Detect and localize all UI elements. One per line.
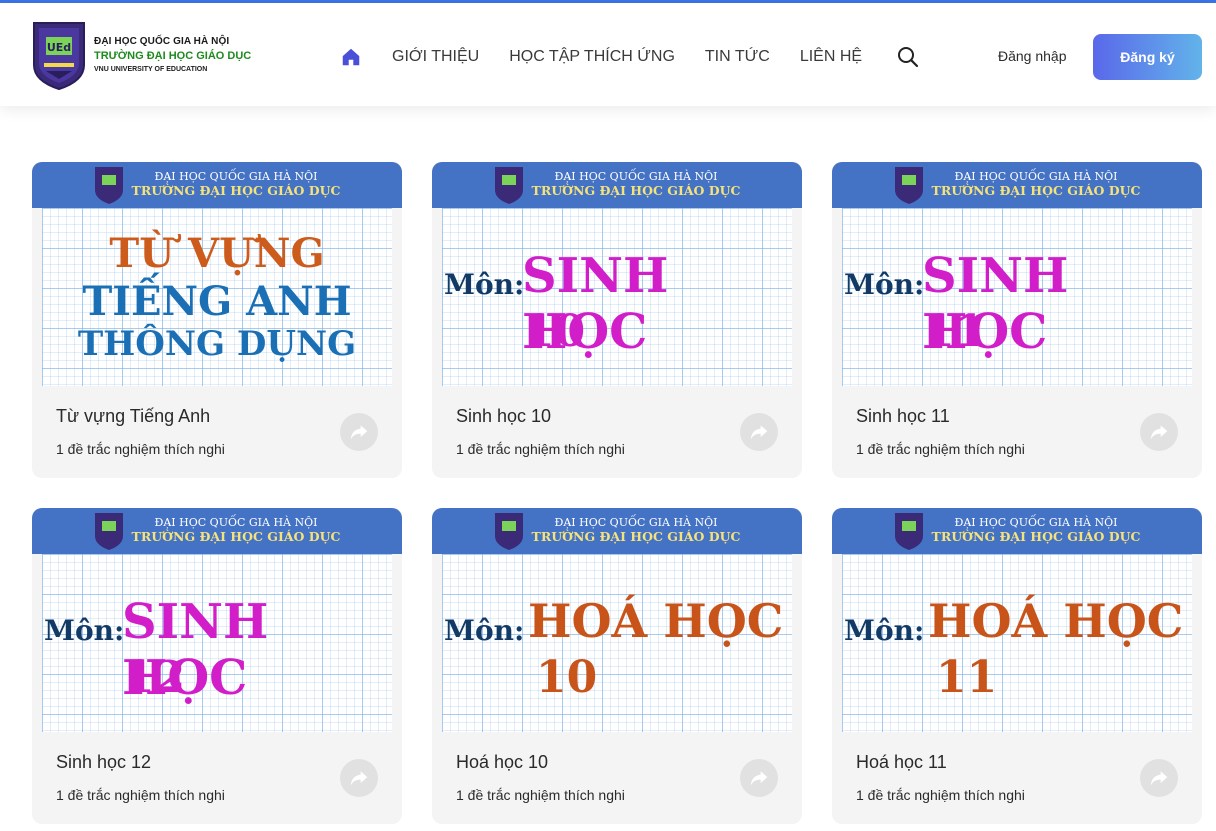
university-emblem-icon (894, 513, 923, 550)
course-title[interactable]: Hoá học 10 (456, 752, 548, 773)
login-link[interactable]: Đăng nhập (998, 48, 1067, 64)
thumbnail-grade: 11 (924, 306, 986, 357)
course-title[interactable]: Hoá học 11 (856, 752, 947, 773)
course-title[interactable]: Sinh học 11 (856, 406, 950, 427)
course-quiz-count: 1 đề trắc nghiệm thích nghi (456, 441, 625, 457)
home-icon[interactable] (340, 46, 362, 68)
thumbnail-subject-prefix: Môn: (844, 614, 925, 647)
logo-line-2: TRƯỜNG ĐẠI HỌC GIÁO DỤC (94, 50, 252, 62)
thumbnail-grade: 12 (124, 652, 186, 703)
course-thumbnail: ĐẠI HỌC QUỐC GIA HÀ NỘI TRƯỜNG ĐẠI HỌC G… (832, 508, 1202, 732)
share-arrow-icon (750, 425, 768, 440)
university-emblem-icon: UEd (33, 22, 85, 91)
share-button[interactable] (740, 413, 778, 451)
logo-text: ĐẠI HỌC QUỐC GIA HÀ NỘI TRƯỜNG ĐẠI HỌC G… (94, 36, 251, 75)
register-button[interactable]: Đăng ký (1093, 34, 1202, 80)
thumbnail-header-band: ĐẠI HỌC QUỐC GIA HÀ NỘI TRƯỜNG ĐẠI HỌC G… (832, 162, 1202, 208)
university-emblem-icon (894, 167, 923, 204)
course-quiz-count: 1 đề trắc nghiệm thích nghi (856, 441, 1025, 457)
share-arrow-icon (350, 771, 368, 786)
thumbnail-subject: HOÁ HỌC (528, 594, 784, 648)
course-card-chemistry-10[interactable]: ĐẠI HỌC QUỐC GIA HÀ NỘI TRƯỜNG ĐẠI HỌC G… (432, 508, 802, 824)
thumbnail-header-band: ĐẠI HỌC QUỐC GIA HÀ NỘI TRƯỜNG ĐẠI HỌC G… (832, 508, 1202, 554)
course-thumbnail: ĐẠI HỌC QUỐC GIA HÀ NỘI TRƯỜNG ĐẠI HỌC G… (32, 508, 402, 732)
course-card-chemistry-11[interactable]: ĐẠI HỌC QUỐC GIA HÀ NỘI TRƯỜNG ĐẠI HỌC G… (832, 508, 1202, 824)
share-button[interactable] (340, 413, 378, 451)
logo-line-3: VNU UNIVERSITY OF EDUCATION (94, 65, 208, 73)
share-arrow-icon (1150, 425, 1168, 440)
thumbnail-band-line-2: TRƯỜNG ĐẠI HỌC GIÁO DỤC (131, 183, 341, 199)
share-arrow-icon (1150, 771, 1168, 786)
course-quiz-count: 1 đề trắc nghiệm thích nghi (456, 787, 625, 803)
share-arrow-icon (350, 425, 368, 440)
course-quiz-count: 1 đề trắc nghiệm thích nghi (856, 787, 1025, 803)
thumbnail-title-line-1: TỪ VỰNG (109, 230, 325, 277)
course-quiz-count: 1 đề trắc nghiệm thích nghi (56, 441, 225, 457)
share-button[interactable] (740, 759, 778, 797)
course-quiz-count: 1 đề trắc nghiệm thích nghi (56, 787, 225, 803)
course-title[interactable]: Từ vựng Tiếng Anh (56, 406, 210, 427)
thumbnail-header-band: ĐẠI HỌC QUỐC GIA HÀ NỘI TRƯỜNG ĐẠI HỌC G… (432, 508, 802, 554)
course-thumbnail: ĐẠI HỌC QUỐC GIA HÀ NỘI TRƯỜNG ĐẠI HỌC G… (432, 508, 802, 732)
course-title[interactable]: Sinh học 10 (456, 406, 551, 427)
emblem-text: UEd (47, 41, 71, 54)
nav-item-adaptive-learning[interactable]: HỌC TẬP THÍCH ỨNG (509, 48, 675, 66)
thumbnail-subject-prefix: Môn: (444, 268, 525, 301)
thumbnail-grade: 10 (524, 306, 586, 357)
share-button[interactable] (1140, 759, 1178, 797)
course-card-biology-11[interactable]: ĐẠI HỌC QUỐC GIA HÀ NỘI TRƯỜNG ĐẠI HỌC G… (832, 162, 1202, 478)
course-title[interactable]: Sinh học 12 (56, 752, 151, 773)
navbar: UEd ĐẠI HỌC QUỐC GIA HÀ NỘI TRƯỜNG ĐẠI H… (0, 3, 1216, 106)
thumbnail-band-line-2: TRƯỜNG ĐẠI HỌC GIÁO DỤC (931, 183, 1141, 199)
main-nav: GIỚI THIỆU HỌC TẬP THÍCH ỨNG TIN TỨC LIÊ… (340, 37, 920, 77)
course-thumbnail: ĐẠI HỌC QUỐC GIA HÀ NỘI TRƯỜNG ĐẠI HỌC G… (32, 162, 402, 386)
thumbnail-subject-prefix: Môn: (44, 614, 125, 647)
thumbnail-grade: 11 (936, 652, 998, 703)
course-thumbnail: ĐẠI HỌC QUỐC GIA HÀ NỘI TRƯỜNG ĐẠI HỌC G… (832, 162, 1202, 386)
university-logo[interactable]: UEd ĐẠI HỌC QUỐC GIA HÀ NỘI TRƯỜNG ĐẠI H… (32, 19, 251, 91)
thumbnail-header-band: ĐẠI HỌC QUỐC GIA HÀ NỘI TRƯỜNG ĐẠI HỌC G… (432, 162, 802, 208)
thumbnail-band-line-2: TRƯỜNG ĐẠI HỌC GIÁO DỤC (131, 529, 341, 545)
course-card-biology-12[interactable]: ĐẠI HỌC QUỐC GIA HÀ NỘI TRƯỜNG ĐẠI HỌC G… (32, 508, 402, 824)
thumbnail-header-band: ĐẠI HỌC QUỐC GIA HÀ NỘI TRƯỜNG ĐẠI HỌC G… (32, 508, 402, 554)
course-thumbnail: ĐẠI HỌC QUỐC GIA HÀ NỘI TRƯỜNG ĐẠI HỌC G… (432, 162, 802, 386)
thumbnail-band-line-2: TRƯỜNG ĐẠI HỌC GIÁO DỤC (531, 529, 741, 545)
nav-item-contact[interactable]: LIÊN HỆ (800, 48, 862, 66)
thumbnail-subject: HOÁ HỌC (928, 594, 1184, 648)
thumbnail-band-line-2: TRƯỜNG ĐẠI HỌC GIÁO DỤC (931, 529, 1141, 545)
nav-item-news[interactable]: TIN TỨC (705, 48, 770, 66)
share-button[interactable] (340, 759, 378, 797)
university-emblem-icon (94, 513, 123, 550)
thumbnail-subject-prefix: Môn: (844, 268, 925, 301)
thumbnail-header-band: ĐẠI HỌC QUỐC GIA HÀ NỘI TRƯỜNG ĐẠI HỌC G… (32, 162, 402, 208)
thumbnail-title-line-2: TIẾNG ANH (82, 278, 352, 325)
thumbnail-band-line-2: TRƯỜNG ĐẠI HỌC GIÁO DỤC (531, 183, 741, 199)
thumbnail-title-line-3: THÔNG DỤNG (77, 324, 357, 364)
thumbnail-subject-prefix: Môn: (444, 614, 525, 647)
share-arrow-icon (750, 771, 768, 786)
university-emblem-icon (494, 513, 523, 550)
search-icon[interactable] (896, 45, 920, 69)
share-button[interactable] (1140, 413, 1178, 451)
university-emblem-icon (494, 167, 523, 204)
thumbnail-grade: 10 (536, 652, 598, 703)
course-card-english-vocabulary[interactable]: ĐẠI HỌC QUỐC GIA HÀ NỘI TRƯỜNG ĐẠI HỌC G… (32, 162, 402, 478)
logo-line-1: ĐẠI HỌC QUỐC GIA HÀ NỘI (94, 35, 230, 47)
course-card-biology-10[interactable]: ĐẠI HỌC QUỐC GIA HÀ NỘI TRƯỜNG ĐẠI HỌC G… (432, 162, 802, 478)
nav-item-about[interactable]: GIỚI THIỆU (392, 48, 479, 66)
university-emblem-icon (94, 167, 123, 204)
